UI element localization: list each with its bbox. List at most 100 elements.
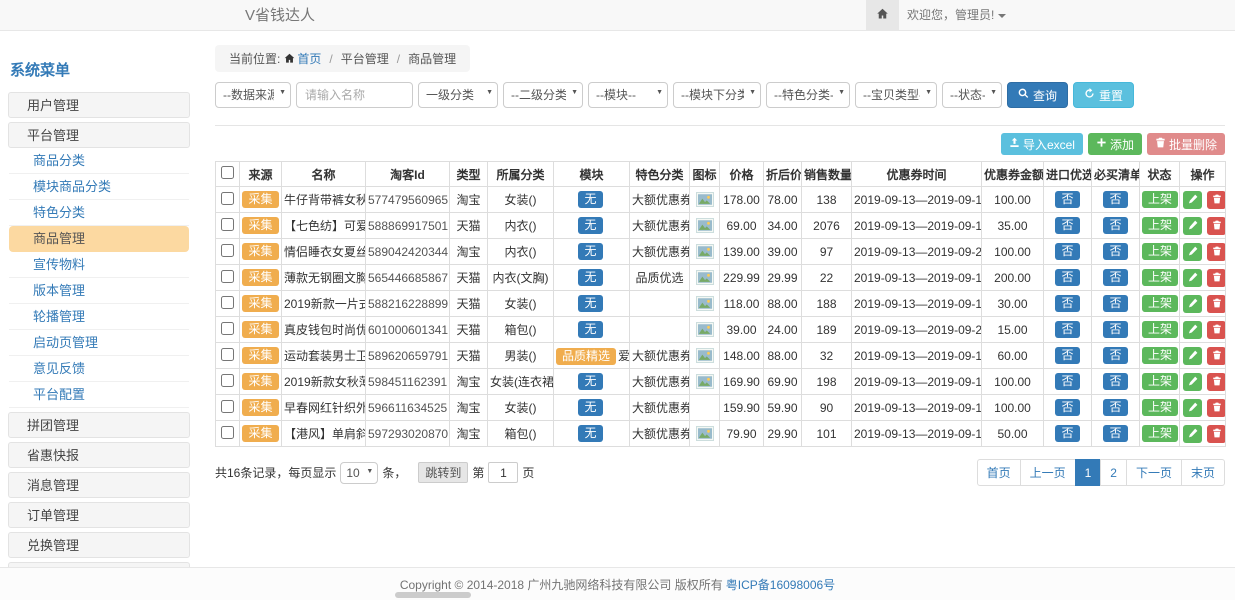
delete-button[interactable]	[1207, 191, 1225, 209]
must-buy-toggle[interactable]: 否	[1103, 217, 1127, 234]
sidebar-item[interactable]: 商品管理	[9, 226, 189, 252]
import-select-toggle[interactable]: 否	[1055, 191, 1079, 208]
sidebar-item[interactable]: 省惠快报	[8, 442, 190, 468]
sidebar-item[interactable]: 意见反馈	[9, 356, 189, 382]
user-menu[interactable]: 欢迎您，管理员!	[907, 0, 1006, 30]
add-button[interactable]: 添加	[1088, 133, 1142, 155]
import-select-toggle[interactable]: 否	[1055, 399, 1079, 416]
import-select-toggle[interactable]: 否	[1055, 269, 1079, 286]
page-button[interactable]: 首页	[977, 459, 1021, 486]
edit-button[interactable]	[1183, 425, 1202, 443]
status-toggle[interactable]: 上架	[1142, 243, 1178, 260]
jump-button[interactable]: 跳转到	[418, 462, 468, 483]
must-buy-toggle[interactable]: 否	[1103, 425, 1127, 442]
filter-select-control[interactable]: --特色分类--	[766, 82, 850, 108]
reset-button[interactable]: 重置	[1073, 82, 1134, 108]
module-badge[interactable]: 无	[578, 373, 602, 390]
delete-button[interactable]	[1207, 243, 1225, 261]
delete-button[interactable]	[1207, 321, 1225, 339]
must-buy-toggle[interactable]: 否	[1103, 373, 1127, 390]
sidebar-item[interactable]: 平台配置	[9, 382, 189, 408]
sidebar-item[interactable]: 特色分类	[9, 200, 189, 226]
sidebar-item[interactable]: 版本管理	[9, 278, 189, 304]
delete-button[interactable]	[1207, 399, 1225, 417]
page-number-input[interactable]	[488, 462, 518, 483]
sidebar-item[interactable]: 兑换管理	[8, 532, 190, 558]
filter-select[interactable]: --模块--	[588, 82, 668, 108]
delete-button[interactable]	[1207, 347, 1225, 365]
status-toggle[interactable]: 上架	[1142, 347, 1178, 364]
module-badge[interactable]: 无	[578, 243, 602, 260]
row-checkbox[interactable]	[221, 270, 234, 283]
must-buy-toggle[interactable]: 否	[1103, 399, 1127, 416]
import-excel-button[interactable]: 导入excel	[1001, 133, 1083, 155]
delete-button[interactable]	[1207, 295, 1225, 313]
filter-select-control[interactable]: --模块下分类--	[673, 82, 761, 108]
filter-select-control[interactable]: --模块--	[588, 82, 668, 108]
filter-select[interactable]: --宝贝类型--	[855, 82, 937, 108]
must-buy-toggle[interactable]: 否	[1103, 321, 1127, 338]
module-badge[interactable]: 无	[578, 269, 602, 286]
status-toggle[interactable]: 上架	[1142, 399, 1178, 416]
row-checkbox[interactable]	[221, 400, 234, 413]
import-select-toggle[interactable]: 否	[1055, 373, 1079, 390]
sidebar-item[interactable]: 订单管理	[8, 502, 190, 528]
data-source-select[interactable]: --数据来源--	[215, 82, 291, 108]
sidebar-item[interactable]: 商品分类	[9, 148, 189, 174]
import-select-toggle[interactable]: 否	[1055, 347, 1079, 364]
query-button[interactable]: 查询	[1007, 82, 1068, 108]
page-button[interactable]: 2	[1100, 459, 1127, 486]
import-select-toggle[interactable]: 否	[1055, 425, 1079, 442]
must-buy-toggle[interactable]: 否	[1103, 347, 1127, 364]
edit-button[interactable]	[1183, 321, 1202, 339]
select-all-checkbox[interactable]	[221, 166, 234, 179]
must-buy-toggle[interactable]: 否	[1103, 243, 1127, 260]
name-search-input[interactable]	[296, 82, 413, 108]
row-checkbox[interactable]	[221, 218, 234, 231]
import-select-toggle[interactable]: 否	[1055, 217, 1079, 234]
module-badge[interactable]: 无	[578, 321, 602, 338]
filter-select[interactable]: 一级分类	[418, 82, 498, 108]
module-badge[interactable]: 无	[578, 399, 602, 416]
filter-select-control[interactable]: 一级分类	[418, 82, 498, 108]
sidebar-item[interactable]: 用户管理	[8, 92, 190, 118]
must-buy-toggle[interactable]: 否	[1103, 269, 1127, 286]
delete-button[interactable]	[1207, 217, 1225, 235]
data-source-select-control[interactable]: --数据来源--	[215, 82, 291, 108]
module-badge[interactable]: 无	[578, 191, 602, 208]
delete-button[interactable]	[1207, 269, 1225, 287]
batch-delete-button[interactable]: 批量删除	[1147, 133, 1225, 155]
edit-button[interactable]	[1183, 269, 1202, 287]
edit-button[interactable]	[1183, 347, 1202, 365]
sidebar-item[interactable]: 启动页管理	[9, 330, 189, 356]
module-badge[interactable]: 无	[578, 295, 602, 312]
row-checkbox[interactable]	[221, 296, 234, 309]
import-select-toggle[interactable]: 否	[1055, 243, 1079, 260]
filter-select-control[interactable]: --二级分类--	[503, 82, 583, 108]
row-checkbox[interactable]	[221, 374, 234, 387]
must-buy-toggle[interactable]: 否	[1103, 191, 1127, 208]
sidebar-item[interactable]: 轮播管理	[9, 304, 189, 330]
home-nav-button[interactable]	[866, 0, 899, 30]
status-toggle[interactable]: 上架	[1142, 269, 1178, 286]
filter-select-control[interactable]: --宝贝类型--	[855, 82, 937, 108]
page-button[interactable]: 下一页	[1126, 459, 1182, 486]
module-badge[interactable]: 品质精选	[556, 348, 616, 365]
sidebar-item[interactable]: 平台管理	[8, 122, 190, 148]
per-page-select-control[interactable]: 10	[340, 462, 378, 484]
sidebar-item[interactable]: 消息管理	[8, 472, 190, 498]
per-page-select[interactable]: 10	[340, 462, 378, 484]
sidebar-item[interactable]: 模块商品分类	[9, 174, 189, 200]
import-select-toggle[interactable]: 否	[1055, 295, 1079, 312]
edit-button[interactable]	[1183, 295, 1202, 313]
status-toggle[interactable]: 上架	[1142, 295, 1178, 312]
row-checkbox[interactable]	[221, 192, 234, 205]
module-badge[interactable]: 无	[578, 425, 602, 442]
row-checkbox[interactable]	[221, 322, 234, 335]
filter-select[interactable]: --状态--	[942, 82, 1002, 108]
status-toggle[interactable]: 上架	[1142, 217, 1178, 234]
filter-select-control[interactable]: --状态--	[942, 82, 1002, 108]
import-select-toggle[interactable]: 否	[1055, 321, 1079, 338]
edit-button[interactable]	[1183, 217, 1202, 235]
edit-button[interactable]	[1183, 399, 1202, 417]
